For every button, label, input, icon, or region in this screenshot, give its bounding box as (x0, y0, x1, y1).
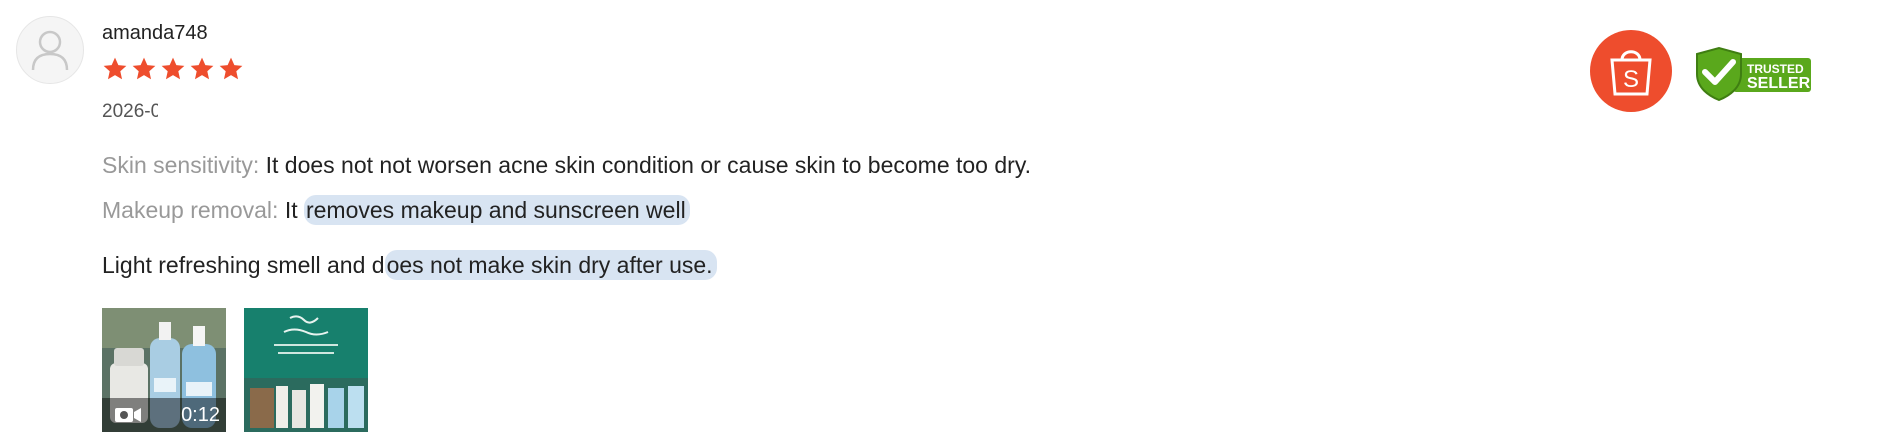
review-date: 2026-0 (102, 101, 158, 122)
star-rating (102, 56, 244, 82)
attribute-makeup-removal: Makeup removal: It removes makeup and su… (102, 195, 690, 225)
video-info-bar: 0:12 (102, 398, 226, 432)
video-duration: 0:12 (181, 403, 220, 426)
shop-letter: S (1623, 66, 1639, 93)
comment-text: Light refreshing smell and d (102, 252, 385, 278)
attribute-skin-sensitivity: Skin sensitivity: It does not not worsen… (102, 150, 1031, 180)
trusted-line1: TRUSTED (1747, 62, 1804, 76)
shop-badge: S (1590, 30, 1672, 112)
selected-text-highlight: oes not make skin dry after use. (384, 250, 717, 280)
shopping-bag-icon: S (1610, 50, 1652, 96)
avatar[interactable] (16, 16, 84, 84)
star-icon (161, 57, 185, 80)
star-icon (132, 57, 156, 80)
review-comment: Light refreshing smell and does not make… (102, 250, 717, 280)
reviewer-username: amanda748 (102, 22, 208, 44)
user-placeholder-icon (31, 30, 69, 71)
trusted-line2: SELLER (1747, 75, 1811, 92)
trusted-seller-logo: TRUSTED SELLER (1696, 46, 1811, 102)
attribute-label: Makeup removal: (102, 197, 279, 223)
star-icon (190, 57, 214, 80)
star-icon (103, 57, 127, 80)
review-date-container: 2026-0 (102, 100, 158, 124)
attribute-label: Skin sensitivity: (102, 152, 260, 178)
review-video-thumbnail[interactable]: 0:12 (102, 308, 226, 432)
attribute-value: It does not not worsen acne skin conditi… (265, 152, 1031, 178)
selected-text-highlight: removes makeup and sunscreen well (303, 195, 690, 225)
review-image-thumbnail[interactable] (244, 308, 368, 432)
product-photo (244, 308, 368, 432)
video-camera-icon (115, 408, 141, 422)
trusted-seller-badge: TRUSTED SELLER (1693, 46, 1813, 107)
star-icon (219, 57, 243, 80)
attribute-value: It (284, 197, 304, 223)
